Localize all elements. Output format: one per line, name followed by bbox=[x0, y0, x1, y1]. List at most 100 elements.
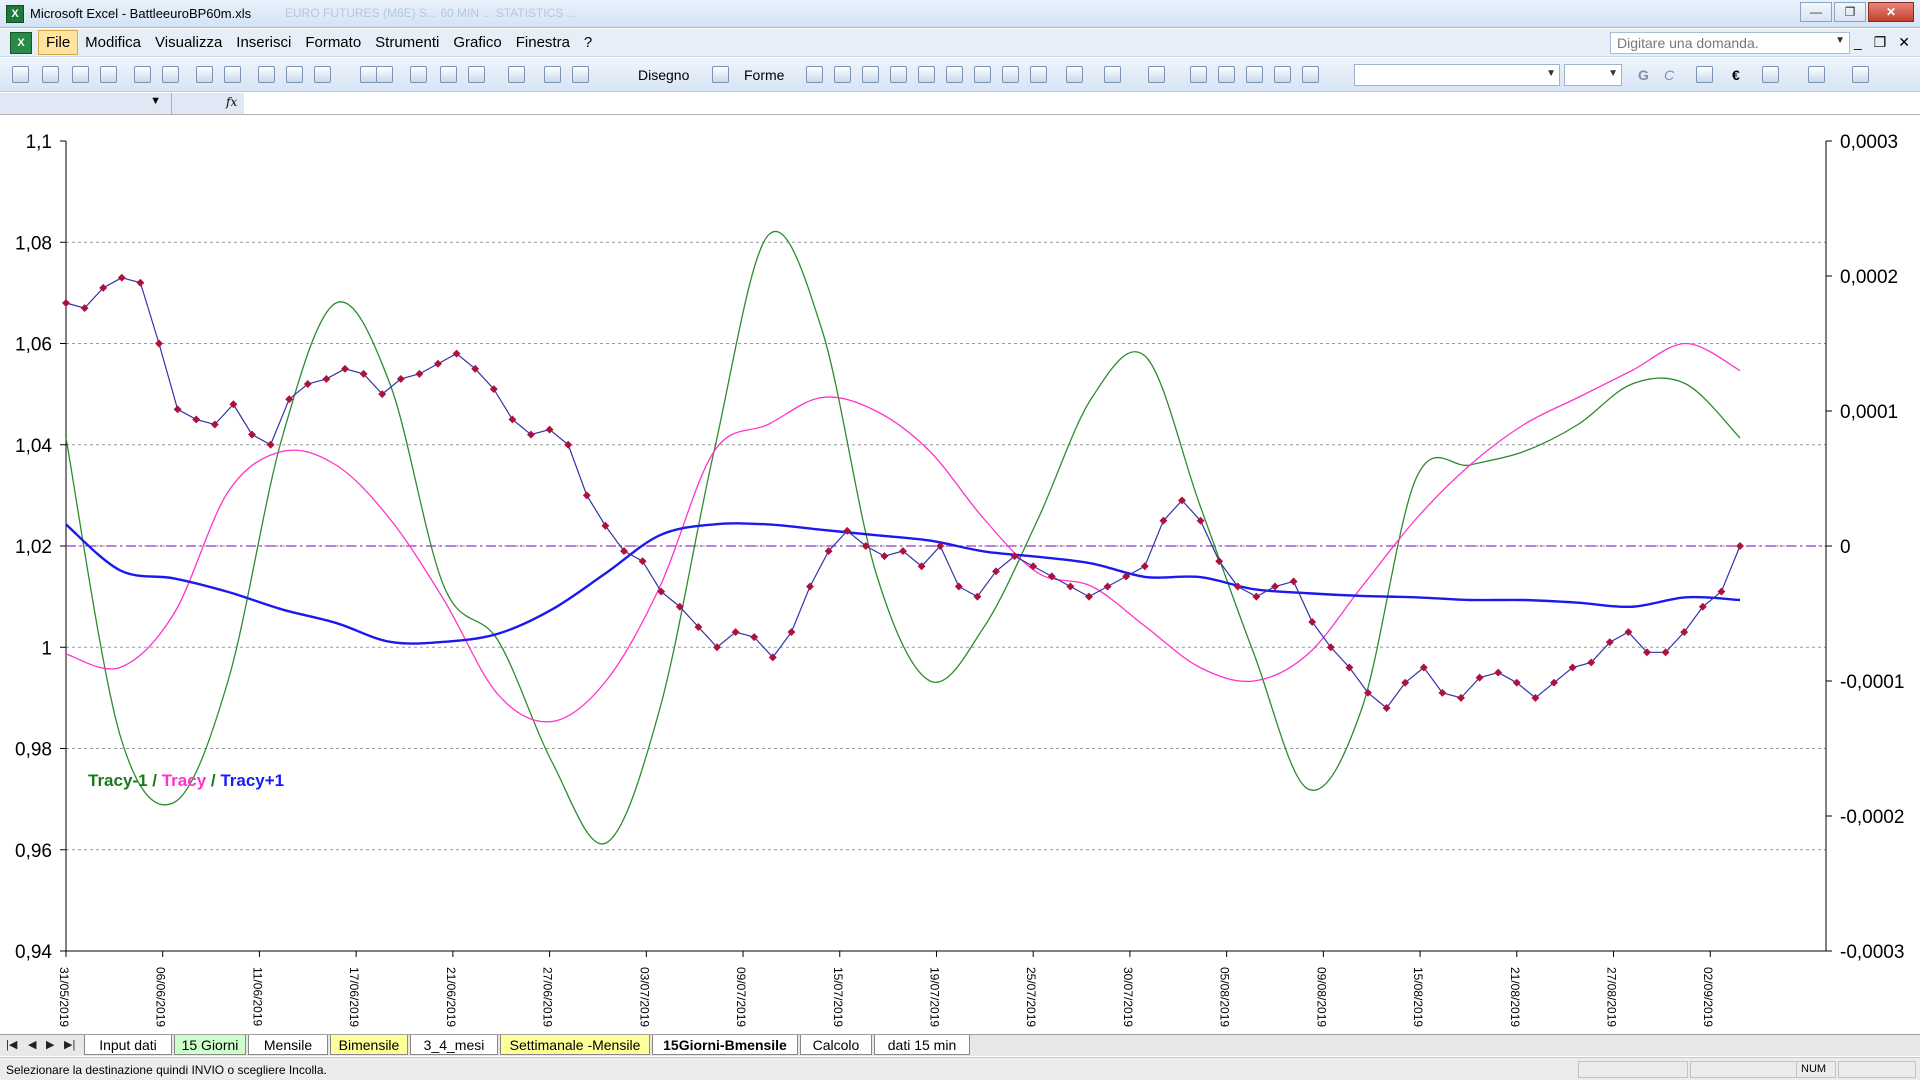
font-color-icon[interactable] bbox=[1148, 66, 1165, 83]
status-message: Selezionare la destinazione quindi INVIO… bbox=[6, 1063, 327, 1077]
menu-file[interactable]: File bbox=[38, 30, 79, 55]
minimize-button[interactable]: — bbox=[1800, 2, 1832, 22]
sheet-tab-settimanale-mensile[interactable]: Settimanale -Mensile bbox=[500, 1035, 650, 1055]
chart-svg[interactable]: 1,1 1,08 1,06 1,04 1,02 1 0,98 0,96 0,94 0,0003 0,… bbox=[0, 116, 1920, 1034]
sheet-tab-15-giorni[interactable]: 15 Giorni bbox=[174, 1035, 246, 1055]
help-question-placeholder: Digitare una domanda. bbox=[1617, 35, 1759, 51]
workbook-icon[interactable]: X bbox=[10, 31, 32, 54]
spelling-icon[interactable] bbox=[196, 66, 213, 83]
last-sheet-button[interactable]: ▶| bbox=[64, 1038, 75, 1051]
picture-icon[interactable] bbox=[1030, 66, 1047, 83]
y-tick-label: 1,1 bbox=[26, 132, 52, 153]
line-icon[interactable] bbox=[806, 66, 823, 83]
sheet-tab-15giorni-bmensile[interactable]: 15Giorni-Bmensile bbox=[652, 1035, 798, 1055]
font-color-icon-2[interactable] bbox=[1852, 66, 1869, 83]
wordart-icon[interactable] bbox=[946, 66, 963, 83]
doc-minimize-button[interactable]: _ bbox=[1854, 34, 1862, 51]
chart-icon[interactable] bbox=[544, 66, 561, 83]
maximize-button[interactable]: ❐ bbox=[1834, 2, 1866, 22]
open-icon[interactable] bbox=[42, 66, 59, 83]
new-icon[interactable] bbox=[12, 66, 29, 83]
3d-icon[interactable] bbox=[1302, 66, 1319, 83]
menu-help[interactable]: ? bbox=[577, 31, 599, 54]
menu-finestra[interactable]: Finestra bbox=[509, 31, 577, 54]
sort-icon[interactable] bbox=[508, 66, 525, 83]
price-point bbox=[1066, 582, 1075, 591]
sheet-tab-3-4-mesi[interactable]: 3_4_mesi bbox=[410, 1035, 498, 1055]
clipart-icon[interactable] bbox=[1002, 66, 1019, 83]
redo-icon[interactable] bbox=[376, 66, 393, 83]
diagram-icon[interactable] bbox=[974, 66, 991, 83]
sheet-tab-input-dati[interactable]: Input dati bbox=[84, 1035, 172, 1055]
first-sheet-button[interactable]: |◀ bbox=[6, 1038, 17, 1051]
y-tick-label: 0,98 bbox=[15, 740, 52, 761]
doc-restore-button[interactable]: ❐ bbox=[1874, 34, 1887, 51]
menu-inserisci[interactable]: Inserisci bbox=[229, 31, 298, 54]
print-preview-icon[interactable] bbox=[162, 66, 179, 83]
rectangle-icon[interactable] bbox=[862, 66, 879, 83]
paste-icon[interactable] bbox=[314, 66, 331, 83]
menu-visualizza[interactable]: Visualizza bbox=[148, 31, 229, 54]
help-question-input[interactable]: Digitare una domanda. ▼ bbox=[1610, 32, 1850, 54]
menu-grafico[interactable]: Grafico bbox=[446, 31, 508, 54]
sheet-tab-mensile[interactable]: Mensile bbox=[248, 1035, 328, 1055]
menu-modifica[interactable]: Modifica bbox=[78, 31, 148, 54]
close-button[interactable]: ✕ bbox=[1868, 2, 1914, 22]
hyperlink-icon[interactable] bbox=[440, 66, 457, 83]
help-icon[interactable] bbox=[572, 66, 589, 83]
price-point bbox=[136, 278, 145, 287]
forme-menu[interactable]: Forme bbox=[744, 67, 784, 83]
menu-strumenti[interactable]: Strumenti bbox=[368, 31, 446, 54]
menu-formato[interactable]: Formato bbox=[298, 31, 368, 54]
line-color-icon[interactable] bbox=[1104, 66, 1121, 83]
font-name-combo[interactable]: ▼ bbox=[1354, 64, 1560, 86]
excel-app-icon[interactable]: X bbox=[6, 4, 24, 23]
chevron-down-icon[interactable]: ▼ bbox=[150, 95, 161, 107]
borders-icon[interactable] bbox=[1762, 66, 1779, 83]
doc-close-button[interactable]: ✕ bbox=[1898, 34, 1910, 51]
cut-icon[interactable] bbox=[258, 66, 275, 83]
prev-sheet-button[interactable]: ◀ bbox=[28, 1038, 36, 1051]
textbox-icon[interactable] bbox=[918, 66, 935, 83]
save-icon[interactable] bbox=[72, 66, 89, 83]
undo-icon[interactable] bbox=[360, 66, 377, 83]
dash-style-icon[interactable] bbox=[1218, 66, 1235, 83]
oval-icon[interactable] bbox=[890, 66, 907, 83]
chevron-down-icon[interactable]: ▼ bbox=[1546, 68, 1556, 79]
sheet-tab-calcolo[interactable]: Calcolo bbox=[800, 1035, 872, 1055]
currency-button[interactable]: € bbox=[1732, 67, 1740, 83]
select-objects-icon[interactable] bbox=[712, 66, 729, 83]
name-box[interactable]: ▼ bbox=[0, 93, 172, 114]
x-tick-label: 27/08/2019 bbox=[1605, 967, 1619, 1027]
arrow-icon[interactable] bbox=[834, 66, 851, 83]
fx-icon[interactable]: fx bbox=[226, 95, 237, 109]
align-icon[interactable] bbox=[1696, 66, 1713, 83]
autosum-icon[interactable] bbox=[468, 66, 485, 83]
x-tick-label: 30/07/2019 bbox=[1121, 967, 1135, 1027]
next-sheet-button[interactable]: ▶ bbox=[46, 1038, 54, 1051]
bold-button[interactable]: G bbox=[1638, 67, 1649, 83]
shadow-icon[interactable] bbox=[1274, 66, 1291, 83]
fill-color-icon-2[interactable] bbox=[1808, 66, 1825, 83]
font-size-combo[interactable]: ▼ bbox=[1564, 64, 1622, 86]
research-icon[interactable] bbox=[224, 66, 241, 83]
x-tick-label: 09/07/2019 bbox=[734, 967, 748, 1027]
arrow-style-icon[interactable] bbox=[1246, 66, 1263, 83]
price-point bbox=[806, 582, 814, 591]
sheet-tab-dati-15-min[interactable]: dati 15 min bbox=[874, 1035, 970, 1055]
price-point bbox=[1736, 542, 1744, 550]
print-icon[interactable] bbox=[134, 66, 151, 83]
line-style-icon[interactable] bbox=[1190, 66, 1207, 83]
italic-button[interactable]: C bbox=[1664, 67, 1674, 83]
chevron-down-icon[interactable]: ▼ bbox=[1835, 35, 1845, 46]
copy-icon[interactable] bbox=[286, 66, 303, 83]
y-tick-label: 1,06 bbox=[15, 335, 52, 356]
fill-color-icon[interactable] bbox=[1066, 66, 1083, 83]
document-window-buttons: _ ❐ ✕ bbox=[1854, 34, 1910, 51]
chart-wizard-icon[interactable] bbox=[410, 66, 427, 83]
chart-area[interactable]: 1,1 1,08 1,06 1,04 1,02 1 0,98 0,96 0,94 0,0003 0,… bbox=[0, 116, 1920, 1034]
chevron-down-icon[interactable]: ▼ bbox=[1608, 68, 1618, 79]
sheet-tab-bimensile[interactable]: Bimensile bbox=[330, 1035, 408, 1055]
permission-icon[interactable] bbox=[100, 66, 117, 83]
disegno-menu[interactable]: Disegno bbox=[638, 67, 689, 83]
